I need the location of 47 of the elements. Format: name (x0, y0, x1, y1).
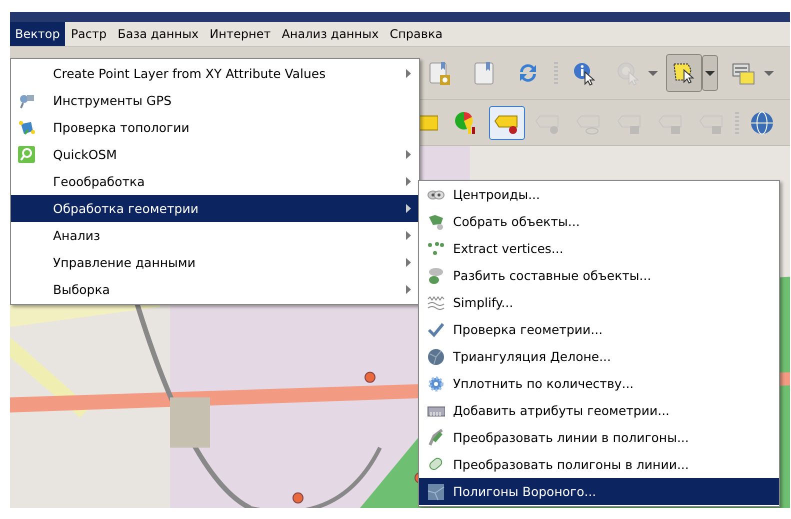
toolbar-button[interactable] (666, 54, 702, 92)
menu-title[interactable]: Растр (66, 22, 112, 46)
gear-icon (427, 374, 445, 392)
gear-cursor-icon (615, 60, 641, 86)
menu-item[interactable]: QuickOSM (11, 141, 419, 168)
magnifier-icon (18, 146, 36, 164)
new-layer-icon (427, 60, 453, 86)
menu-item[interactable]: Собрать объекты... (419, 208, 779, 235)
topology-icon (18, 118, 36, 136)
menu-item[interactable]: Проверка топологии (11, 114, 419, 141)
toolbar-button[interactable] (489, 106, 525, 140)
menu-title[interactable]: Интернет (204, 22, 276, 46)
line-to-polygon-icon (427, 428, 445, 446)
menu-item[interactable]: Управление данными (11, 249, 419, 276)
collect-icon (427, 212, 445, 230)
menu-item[interactable]: Уплотнить по количеству... (419, 370, 779, 397)
menu-item[interactable]: Extract vertices... (419, 235, 779, 262)
split-icon (427, 266, 445, 284)
menu-item[interactable]: Геообработка (11, 168, 419, 195)
menu-item[interactable]: Анализ (11, 222, 419, 249)
menu-title[interactable]: База данных (112, 22, 204, 46)
menu-item[interactable]: Simplify... (419, 289, 779, 316)
caret-icon[interactable] (648, 70, 658, 76)
triangulation-icon (427, 348, 445, 366)
menu-item[interactable]: Центроиды... (419, 181, 779, 208)
menu-title[interactable]: Анализ данных (276, 22, 384, 46)
vertices-icon (427, 240, 445, 258)
menu-item[interactable]: Преобразовать полигоны в линии... (419, 451, 779, 478)
info-cursor-icon (571, 60, 597, 86)
menu-item[interactable]: Обработка геометрии (11, 195, 419, 222)
globe-icon (749, 110, 775, 136)
menu-item[interactable]: Полигоны Вороного... (419, 478, 779, 505)
menu-item[interactable]: Инструменты GPS (11, 87, 419, 114)
menu-item[interactable]: Выборка (11, 276, 419, 303)
menu-item[interactable]: Триангуляция Делоне... (419, 343, 779, 370)
menu-title[interactable]: Вектор (10, 22, 65, 46)
check-icon (427, 320, 445, 338)
wave-lines-icon (427, 294, 445, 312)
menu-item[interactable]: Разбить составные объекты... (419, 262, 779, 289)
menu-item[interactable]: Добавить атрибуты геометрии... (419, 397, 779, 424)
menu-item[interactable]: Create Point Layer from XY Attribute Values (11, 60, 419, 87)
menu-item[interactable]: Преобразовать линии в полигоны... (419, 424, 779, 451)
menu-title[interactable]: Справка (384, 22, 448, 46)
dropdown-button[interactable] (702, 55, 718, 91)
voronoi-icon (427, 482, 445, 500)
caret-icon[interactable] (764, 70, 774, 76)
menu-item[interactable]: Проверка геометрии... (419, 316, 779, 343)
